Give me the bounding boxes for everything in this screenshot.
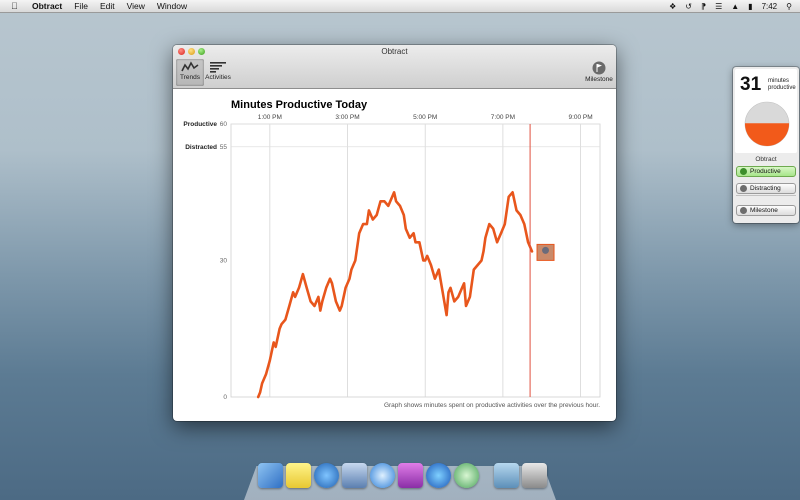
time-machine-icon[interactable]: ↺ bbox=[685, 2, 692, 11]
y-tick-label: 0 bbox=[223, 394, 227, 401]
clock[interactable]: 7:42 bbox=[762, 2, 778, 11]
volume-icon[interactable]: ▲ bbox=[731, 2, 739, 11]
trash-icon[interactable] bbox=[522, 463, 547, 488]
applications-folder-icon[interactable] bbox=[494, 463, 519, 488]
productivity-pie-fill bbox=[745, 123, 789, 146]
chart-footnote: Graph shows minutes spent on productive … bbox=[383, 402, 600, 409]
purple-app-icon[interactable] bbox=[398, 463, 423, 488]
distracting-down-icon bbox=[740, 185, 747, 192]
x-tick-label: 9:00 PM bbox=[568, 114, 592, 121]
obtract-dock-icon[interactable] bbox=[454, 463, 479, 488]
y-tick-label: 30 bbox=[220, 258, 228, 265]
minutes-label: minutes productive bbox=[768, 78, 796, 91]
milestone-avatar-figure bbox=[542, 246, 550, 254]
minutes-count: 31 bbox=[740, 74, 762, 95]
itunes-icon[interactable] bbox=[426, 463, 451, 488]
safari-icon[interactable] bbox=[370, 463, 395, 488]
distracting-button-label: Distracting bbox=[750, 185, 781, 192]
widget-header: Obtract bbox=[755, 156, 777, 163]
productivity-pie-icon bbox=[744, 101, 790, 147]
apple-menu-icon[interactable]:  bbox=[11, 1, 20, 11]
bluetooth-icon[interactable]: ⁋ bbox=[701, 2, 706, 11]
productivity-chart: 1:00 PM 3:00 PM 5:00 PM 7:00 PM 9:00 PM Produ… bbox=[183, 114, 601, 401]
wifi-icon[interactable]: ☰ bbox=[715, 2, 722, 11]
menu-window[interactable]: Window bbox=[157, 1, 187, 11]
productive-up-icon bbox=[740, 168, 747, 175]
productive-button-label: Productive bbox=[750, 168, 781, 175]
battery-icon[interactable]: ▮ bbox=[748, 2, 752, 11]
obtract-widget: 31 minutes productive Obtract Productive… bbox=[733, 67, 799, 223]
milestone-flag-small-icon bbox=[740, 207, 747, 214]
finder-icon[interactable] bbox=[258, 463, 283, 488]
widget-divider bbox=[736, 195, 796, 196]
stickies-icon[interactable] bbox=[286, 463, 311, 488]
reference-label: Productive bbox=[183, 121, 217, 128]
widget-summary: 31 minutes productive bbox=[735, 69, 797, 153]
y-tick-label: 55 bbox=[220, 144, 228, 151]
dropbox-icon[interactable]: ❖ bbox=[669, 2, 676, 11]
menu-app[interactable]: Obtract bbox=[32, 1, 62, 11]
main-window: Obtract Trends Activities Milestone Minu… bbox=[173, 45, 616, 421]
preview-icon[interactable] bbox=[342, 463, 367, 488]
menu-view[interactable]: View bbox=[127, 1, 145, 11]
menu-file[interactable]: File bbox=[74, 1, 88, 11]
productive-button[interactable]: Productive bbox=[736, 166, 796, 177]
menu-edit[interactable]: Edit bbox=[100, 1, 115, 11]
spotlight-search-icon[interactable]: ⚲ bbox=[786, 2, 792, 11]
x-tick-label: 7:00 PM bbox=[491, 114, 515, 121]
y-tick-label: 60 bbox=[220, 121, 228, 128]
reference-label: Distracted bbox=[185, 144, 217, 151]
distracting-button[interactable]: Distracting bbox=[736, 183, 796, 194]
ichat-icon[interactable] bbox=[314, 463, 339, 488]
x-tick-label: 3:00 PM bbox=[335, 114, 359, 121]
widget-milestone-button[interactable]: Milestone bbox=[736, 205, 796, 216]
widget-milestone-label: Milestone bbox=[750, 207, 778, 214]
menu-bar:  Obtract File Edit View Window ❖ ↺ ⁋ ☰ … bbox=[0, 0, 800, 13]
x-tick-label: 1:00 PM bbox=[258, 114, 282, 121]
x-tick-label: 5:00 PM bbox=[413, 114, 437, 121]
